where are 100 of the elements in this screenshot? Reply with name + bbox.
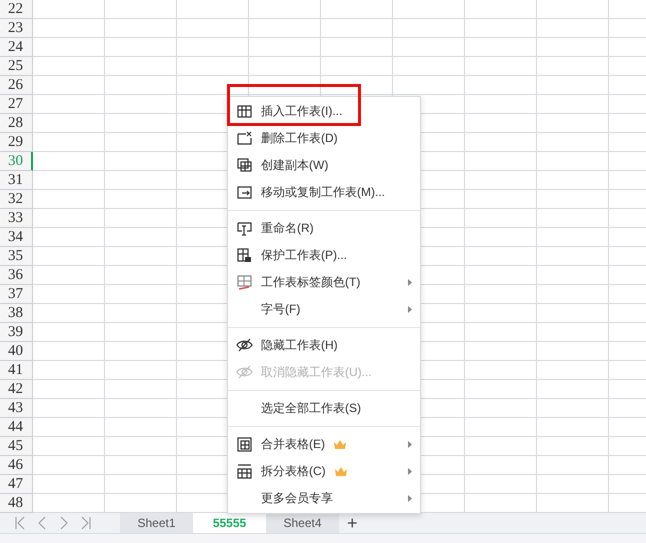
- grid-cell[interactable]: [33, 76, 105, 95]
- grid-cell[interactable]: [537, 304, 609, 323]
- grid-cell[interactable]: [465, 266, 537, 285]
- grid-cell[interactable]: [465, 152, 537, 171]
- row-number[interactable]: 26: [0, 76, 33, 95]
- row-number[interactable]: 33: [0, 209, 33, 228]
- row-number[interactable]: 23: [0, 19, 33, 38]
- row-number[interactable]: 22: [0, 0, 33, 19]
- menu-item[interactable]: 拆分表格(C): [228, 458, 420, 485]
- row-number[interactable]: 44: [0, 418, 33, 437]
- grid-cell[interactable]: [33, 361, 105, 380]
- grid-cell[interactable]: [465, 247, 537, 266]
- grid-cell[interactable]: [33, 323, 105, 342]
- grid-cell[interactable]: [393, 0, 465, 19]
- row-number[interactable]: 43: [0, 399, 33, 418]
- row-number[interactable]: 48: [0, 494, 33, 513]
- grid-cell[interactable]: [465, 19, 537, 38]
- grid-cell[interactable]: [321, 57, 393, 76]
- grid-cell[interactable]: [33, 133, 105, 152]
- grid-cell[interactable]: [537, 247, 609, 266]
- menu-item[interactable]: 合并表格(E): [228, 431, 420, 458]
- grid-cell[interactable]: [537, 38, 609, 57]
- grid-cell[interactable]: [177, 19, 249, 38]
- grid-cell[interactable]: [33, 266, 105, 285]
- grid-cell[interactable]: [33, 228, 105, 247]
- grid-cell[interactable]: [537, 95, 609, 114]
- row-number[interactable]: 38: [0, 304, 33, 323]
- grid-cell[interactable]: [105, 475, 177, 494]
- grid-cell[interactable]: [249, 38, 321, 57]
- row-number[interactable]: 31: [0, 171, 33, 190]
- grid-cell[interactable]: [537, 380, 609, 399]
- grid-cell[interactable]: [465, 76, 537, 95]
- grid-cell[interactable]: [537, 228, 609, 247]
- grid-cell[interactable]: [465, 323, 537, 342]
- grid-cell[interactable]: [393, 38, 465, 57]
- grid-cell[interactable]: [177, 76, 249, 95]
- grid-cell[interactable]: [105, 38, 177, 57]
- grid-cell[interactable]: [105, 171, 177, 190]
- grid-cell[interactable]: [537, 437, 609, 456]
- grid-cell[interactable]: [537, 0, 609, 19]
- row-number[interactable]: 25: [0, 57, 33, 76]
- grid-cell[interactable]: [465, 380, 537, 399]
- grid-cell[interactable]: [177, 0, 249, 19]
- grid-cell[interactable]: [537, 285, 609, 304]
- grid-cell[interactable]: [105, 399, 177, 418]
- menu-item[interactable]: 字号(F): [228, 296, 420, 323]
- grid-cell[interactable]: [465, 342, 537, 361]
- grid-cell[interactable]: [393, 19, 465, 38]
- grid-cell[interactable]: [33, 0, 105, 19]
- grid-cell[interactable]: [105, 19, 177, 38]
- grid-cell[interactable]: [249, 19, 321, 38]
- grid-cell[interactable]: [537, 76, 609, 95]
- grid-cell[interactable]: [33, 209, 105, 228]
- menu-item[interactable]: 工作表标签颜色(T): [228, 269, 420, 296]
- grid-cell[interactable]: [105, 76, 177, 95]
- grid-cell[interactable]: [105, 133, 177, 152]
- grid-cell[interactable]: [105, 304, 177, 323]
- row-number[interactable]: 29: [0, 133, 33, 152]
- grid-cell[interactable]: [321, 0, 393, 19]
- row-number[interactable]: 24: [0, 38, 33, 57]
- grid-cell[interactable]: [321, 38, 393, 57]
- row-number[interactable]: 41: [0, 361, 33, 380]
- row-number[interactable]: 36: [0, 266, 33, 285]
- grid-cell[interactable]: [537, 399, 609, 418]
- previous-sheet-icon[interactable]: [36, 516, 48, 530]
- menu-item[interactable]: 插入工作表(I)...: [228, 98, 420, 125]
- grid-cell[interactable]: [537, 418, 609, 437]
- grid-cell[interactable]: [465, 418, 537, 437]
- grid-cell[interactable]: [105, 152, 177, 171]
- add-sheet-button[interactable]: +: [339, 513, 366, 533]
- sheet-tab[interactable]: Sheet4: [266, 513, 339, 533]
- grid-cell[interactable]: [105, 247, 177, 266]
- grid-cell[interactable]: [33, 418, 105, 437]
- last-sheet-icon[interactable]: [80, 516, 92, 530]
- grid-cell[interactable]: [177, 38, 249, 57]
- grid-cell[interactable]: [537, 475, 609, 494]
- menu-item[interactable]: 保护工作表(P)...: [228, 242, 420, 269]
- grid-cell[interactable]: [33, 247, 105, 266]
- grid-cell[interactable]: [105, 0, 177, 19]
- menu-item[interactable]: 移动或复制工作表(M)...: [228, 179, 420, 206]
- grid-cell[interactable]: [105, 57, 177, 76]
- grid-cell[interactable]: [537, 323, 609, 342]
- grid-cell[interactable]: [33, 152, 105, 171]
- grid-cell[interactable]: [33, 285, 105, 304]
- grid-cell[interactable]: [105, 209, 177, 228]
- menu-item[interactable]: 重命名(R): [228, 215, 420, 242]
- grid-cell[interactable]: [105, 456, 177, 475]
- grid-cell[interactable]: [465, 133, 537, 152]
- grid-cell[interactable]: [105, 342, 177, 361]
- row-number[interactable]: 34: [0, 228, 33, 247]
- row-number[interactable]: 46: [0, 456, 33, 475]
- grid-cell[interactable]: [537, 342, 609, 361]
- grid-cell[interactable]: [465, 285, 537, 304]
- row-number[interactable]: 47: [0, 475, 33, 494]
- row-number[interactable]: 37: [0, 285, 33, 304]
- grid-cell[interactable]: [393, 76, 465, 95]
- grid-cell[interactable]: [33, 399, 105, 418]
- grid-cell[interactable]: [465, 456, 537, 475]
- grid-cell[interactable]: [105, 380, 177, 399]
- grid-cell[interactable]: [33, 380, 105, 399]
